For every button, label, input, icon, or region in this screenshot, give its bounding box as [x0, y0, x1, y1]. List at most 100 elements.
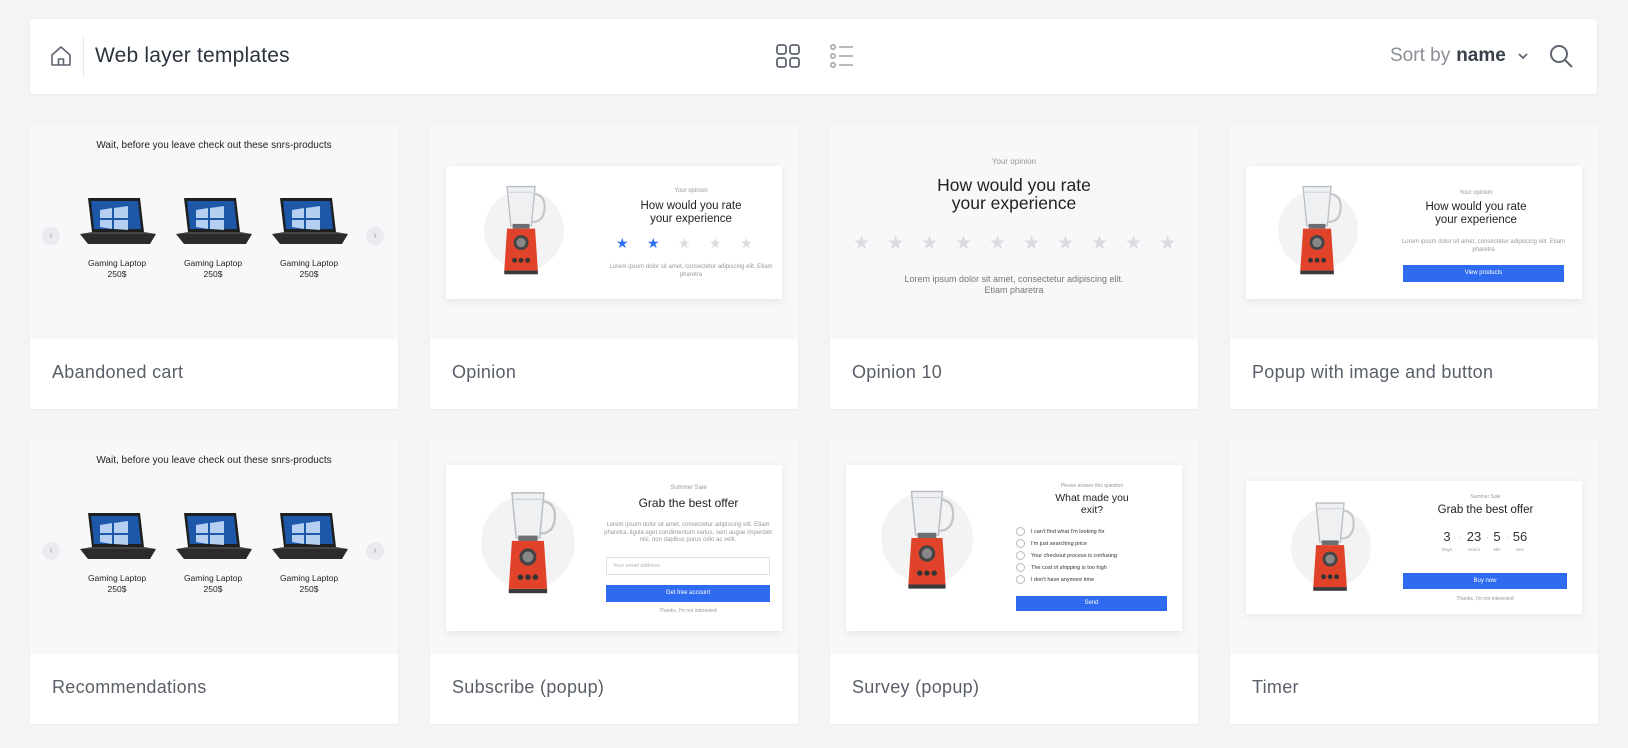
popup-kicker: Your opinion	[1459, 190, 1493, 196]
product-label: Gaming Laptop 250$	[168, 258, 258, 279]
timer-seconds: 56	[1512, 529, 1528, 544]
timer-unit: Days	[1441, 547, 1453, 552]
star-icon: ★	[921, 233, 939, 254]
chevron-down-icon	[1518, 53, 1528, 60]
product-image	[174, 511, 254, 561]
popup-headline: Grab the best offer	[638, 496, 739, 510]
template-preview: Summer Sale Grab the best offer 3 Days ·…	[1230, 441, 1598, 654]
product-image	[897, 485, 959, 593]
product-image	[78, 511, 158, 561]
star-icon: ★	[955, 233, 973, 254]
popup-headline: How would you rate your experience	[616, 200, 766, 225]
timer-hours: 23	[1466, 529, 1482, 544]
star-icon: ★	[709, 235, 722, 251]
grid-view-button[interactable]	[775, 43, 801, 69]
list-view-button[interactable]	[829, 43, 855, 69]
template-card-popup-with-image-and-button[interactable]: Your opinion How would you rate your expe…	[1230, 126, 1598, 409]
template-preview: Wait, before you leave check out these s…	[30, 126, 398, 339]
star-icon: ★	[1125, 233, 1143, 254]
grid-view-icon	[776, 44, 800, 68]
template-name: Abandoned cart	[52, 362, 184, 382]
popup-body-line: pharetra, ligula eget condimentum varius…	[604, 529, 772, 536]
product-name: Gaming Laptop	[183, 258, 243, 268]
email-placeholder: Your email address	[613, 563, 660, 569]
home-button[interactable]	[46, 39, 76, 73]
template-name: Timer	[1252, 677, 1299, 697]
product-price: 250$	[107, 268, 127, 279]
popup-frame: Your opinion How would you rate your expe…	[1246, 166, 1582, 299]
template-preview: Wait, before you leave check out these s…	[30, 441, 398, 654]
search-icon	[1550, 45, 1573, 68]
template-card-subscribe-popup[interactable]: Summer Sale Grab the best offer Lorem ip…	[430, 441, 798, 724]
timer-unit: Min	[1493, 547, 1501, 552]
product-image	[1303, 498, 1359, 594]
home-icon	[51, 46, 71, 66]
star-icon: ★	[1023, 233, 1041, 254]
popup-body-line: Lorem ipsum dolor sit amet, consectetur …	[904, 274, 1124, 284]
popup-frame: Summer Sale Grab the best offer Lorem ip…	[446, 465, 782, 631]
popup-headline-line: How would you rate	[1425, 201, 1527, 213]
buy-now-button: Buy now	[1403, 573, 1567, 589]
popup-body-line: Etiam pharetra	[984, 285, 1044, 296]
product-label: Gaming Laptop 250$	[168, 573, 258, 594]
survey-option-label: I'm just searching price	[1031, 540, 1088, 547]
popup-body-line: pharetra	[1472, 246, 1495, 253]
radio-icon	[1016, 551, 1025, 560]
template-name: Opinion 10	[852, 362, 943, 382]
view-products-button: View products	[1403, 265, 1564, 282]
product-image	[1290, 182, 1346, 277]
template-name: Opinion	[452, 362, 517, 382]
popup-body: Lorem ipsum dolor sit amet, consectetur …	[864, 274, 1164, 297]
product-image	[497, 487, 561, 597]
template-card-recommendations[interactable]: Wait, before you leave check out these s…	[30, 441, 398, 724]
decline-link: Thanks, I'm not interested	[1456, 596, 1514, 602]
send-button: Send	[1016, 596, 1167, 611]
product-price: 250$	[299, 268, 319, 279]
search-button[interactable]	[1548, 43, 1574, 69]
get-free-account-button: Get free account	[606, 585, 770, 602]
popup-headline-line: your experience	[1435, 213, 1517, 226]
star-icon: ★	[740, 235, 753, 251]
star-icon: ★	[1057, 233, 1075, 254]
popup-body: Lorem ipsum dolor sit amet, consectetur …	[1401, 239, 1566, 254]
product-name: Gaming Laptop	[87, 573, 147, 583]
template-name: Survey (popup)	[852, 677, 980, 697]
popup-headline-line: How would you rate	[937, 175, 1091, 195]
survey-option: The cost of shipping is too high	[1016, 563, 1107, 572]
radio-icon	[1016, 563, 1025, 572]
template-card-timer[interactable]: Summer Sale Grab the best offer 3 Days ·…	[1230, 441, 1598, 724]
popup-frame: Summer Sale Grab the best offer 3 Days ·…	[1246, 481, 1582, 614]
product-label: Gaming Laptop 250$	[72, 573, 162, 594]
popup-frame: Please answer this question What made yo…	[846, 465, 1182, 631]
template-card-opinion[interactable]: Your opinion How would you rate your expe…	[430, 126, 798, 409]
template-card-abandoned-cart[interactable]: Wait, before you leave check out these s…	[30, 126, 398, 409]
popup-body-line: Lorem ipsum dolor sit amet, consectetur …	[606, 522, 770, 528]
sort-dropdown[interactable]: Sort by name	[1390, 45, 1530, 67]
star-icon: ★	[989, 233, 1007, 254]
product-name: Gaming Laptop	[87, 258, 147, 268]
list-view-icon	[829, 43, 853, 68]
radio-icon	[1016, 539, 1025, 548]
radio-icon	[1016, 527, 1025, 536]
template-card-opinion-10[interactable]: Your opinion How would you rate your expe…	[830, 126, 1198, 409]
popup-headline-line: your experience	[951, 193, 1077, 214]
top-bar: Web layer templates Sort by name	[30, 19, 1597, 94]
template-preview: Your opinion How would you rate your expe…	[830, 126, 1198, 339]
product-name: Gaming Laptop	[279, 573, 339, 583]
star-icon: ★	[887, 233, 905, 254]
decline-link: Thanks, I'm not interested	[659, 608, 717, 614]
template-card-survey-popup[interactable]: Please answer this question What made yo…	[830, 441, 1198, 724]
popup-frame: Your opinion How would you rate your expe…	[446, 166, 782, 299]
star-icon: ★	[1159, 233, 1177, 254]
template-name: Popup with image and button	[1252, 362, 1494, 382]
product-label: Gaming Laptop 250$	[72, 258, 162, 279]
survey-option: I'm just searching price	[1016, 539, 1087, 548]
product-label: Gaming Laptop 250$	[264, 573, 354, 594]
star-icon: ★	[678, 235, 691, 251]
star-icon: ★	[853, 233, 871, 254]
popup-kicker: Your opinion	[991, 157, 1037, 166]
product-image	[174, 196, 254, 246]
popup-body-line: Lorem ipsum dolor sit amet, consectetur …	[1401, 239, 1566, 245]
popup-headline-line: What made you	[1055, 492, 1129, 504]
chevron-left-icon: ‹	[42, 227, 60, 245]
